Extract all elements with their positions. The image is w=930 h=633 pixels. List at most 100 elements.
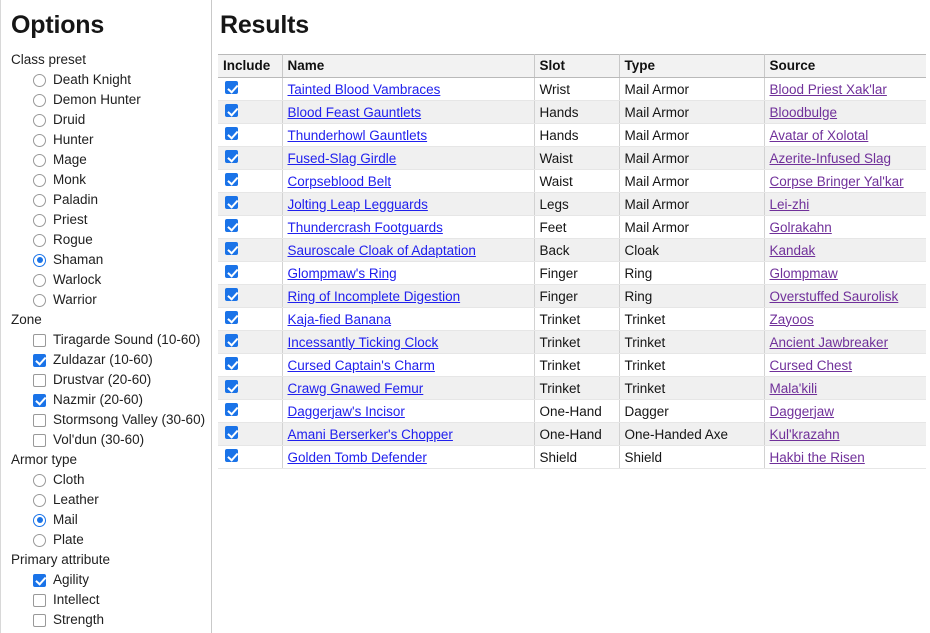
include-checkbox-icon[interactable] bbox=[225, 173, 238, 186]
checkbox-icon[interactable] bbox=[33, 353, 46, 367]
option-item-mail[interactable]: Mail bbox=[11, 510, 211, 530]
column-header-source[interactable]: Source bbox=[764, 54, 926, 78]
item-source-link[interactable]: Azerite-Infused Slag bbox=[770, 151, 892, 166]
item-name-link[interactable]: Crawg Gnawed Femur bbox=[288, 381, 424, 396]
include-checkbox-icon[interactable] bbox=[225, 127, 238, 140]
column-header-name[interactable]: Name bbox=[282, 54, 535, 78]
include-checkbox-icon[interactable] bbox=[225, 403, 238, 416]
option-item-leather[interactable]: Leather bbox=[11, 490, 211, 510]
include-checkbox-icon[interactable] bbox=[225, 104, 238, 117]
checkbox-icon[interactable] bbox=[33, 333, 46, 347]
item-source-link[interactable]: Kul'krazahn bbox=[770, 427, 840, 442]
item-name-link[interactable]: Incessantly Ticking Clock bbox=[288, 335, 439, 350]
option-item-nazmir-20-60[interactable]: Nazmir (20-60) bbox=[11, 390, 211, 410]
item-name-link[interactable]: Thunderhowl Gauntlets bbox=[288, 128, 428, 143]
item-source-link[interactable]: Daggerjaw bbox=[770, 404, 835, 419]
radio-icon[interactable] bbox=[33, 533, 46, 547]
item-source-link[interactable]: Blood Priest Xak'lar bbox=[770, 82, 887, 97]
include-cell[interactable] bbox=[218, 261, 283, 285]
radio-icon[interactable] bbox=[33, 493, 46, 507]
item-name-link[interactable]: Sauroscale Cloak of Adaptation bbox=[288, 243, 476, 258]
item-source-link[interactable]: Glompmaw bbox=[770, 266, 838, 281]
include-checkbox-icon[interactable] bbox=[225, 150, 238, 163]
include-cell[interactable] bbox=[218, 330, 283, 354]
include-cell[interactable] bbox=[218, 123, 283, 147]
item-name-link[interactable]: Thundercrash Footguards bbox=[288, 220, 443, 235]
option-item-paladin[interactable]: Paladin bbox=[11, 190, 211, 210]
include-cell[interactable] bbox=[218, 422, 283, 446]
item-name-link[interactable]: Glompmaw's Ring bbox=[288, 266, 397, 281]
radio-icon[interactable] bbox=[33, 293, 46, 307]
item-source-link[interactable]: Kandak bbox=[770, 243, 816, 258]
radio-icon[interactable] bbox=[33, 473, 46, 487]
include-checkbox-icon[interactable] bbox=[225, 196, 238, 209]
column-header-include[interactable]: Include bbox=[218, 54, 283, 78]
include-cell[interactable] bbox=[218, 399, 283, 423]
include-checkbox-icon[interactable] bbox=[225, 449, 238, 462]
checkbox-icon[interactable] bbox=[33, 413, 46, 427]
include-checkbox-icon[interactable] bbox=[225, 242, 238, 255]
radio-icon[interactable] bbox=[33, 133, 46, 147]
item-source-link[interactable]: Overstuffed Saurolisk bbox=[770, 289, 899, 304]
include-cell[interactable] bbox=[218, 376, 283, 400]
item-source-link[interactable]: Mala'kili bbox=[770, 381, 818, 396]
option-item-plate[interactable]: Plate bbox=[11, 530, 211, 550]
radio-icon[interactable] bbox=[33, 173, 46, 187]
option-item-druid[interactable]: Druid bbox=[11, 110, 211, 130]
column-header-type[interactable]: Type bbox=[619, 54, 765, 78]
checkbox-icon[interactable] bbox=[33, 613, 46, 627]
item-name-link[interactable]: Amani Berserker's Chopper bbox=[288, 427, 453, 442]
option-item-drustvar-20-60[interactable]: Drustvar (20-60) bbox=[11, 370, 211, 390]
checkbox-icon[interactable] bbox=[33, 593, 46, 607]
item-name-link[interactable]: Cursed Captain's Charm bbox=[288, 358, 435, 373]
option-item-warrior[interactable]: Warrior bbox=[11, 290, 211, 310]
radio-icon[interactable] bbox=[33, 73, 46, 87]
checkbox-icon[interactable] bbox=[33, 433, 46, 447]
option-item-shaman[interactable]: Shaman bbox=[11, 250, 211, 270]
radio-icon[interactable] bbox=[33, 513, 46, 527]
include-cell[interactable] bbox=[218, 100, 283, 124]
include-checkbox-icon[interactable] bbox=[225, 265, 238, 278]
item-name-link[interactable]: Kaja-fied Banana bbox=[288, 312, 392, 327]
radio-icon[interactable] bbox=[33, 113, 46, 127]
option-item-rogue[interactable]: Rogue bbox=[11, 230, 211, 250]
include-cell[interactable] bbox=[218, 353, 283, 377]
include-cell[interactable] bbox=[218, 146, 283, 170]
radio-icon[interactable] bbox=[33, 273, 46, 287]
item-name-link[interactable]: Corpseblood Belt bbox=[288, 174, 392, 189]
option-item-zuldazar-10-60[interactable]: Zuldazar (10-60) bbox=[11, 350, 211, 370]
option-item-demon-hunter[interactable]: Demon Hunter bbox=[11, 90, 211, 110]
include-cell[interactable] bbox=[218, 215, 283, 239]
option-item-mage[interactable]: Mage bbox=[11, 150, 211, 170]
checkbox-icon[interactable] bbox=[33, 393, 46, 407]
item-source-link[interactable]: Avatar of Xolotal bbox=[770, 128, 869, 143]
item-name-link[interactable]: Jolting Leap Legguards bbox=[288, 197, 428, 212]
include-cell[interactable] bbox=[218, 307, 283, 331]
include-checkbox-icon[interactable] bbox=[225, 81, 238, 94]
item-source-link[interactable]: Cursed Chest bbox=[770, 358, 853, 373]
column-header-slot[interactable]: Slot bbox=[534, 54, 620, 78]
item-source-link[interactable]: Golrakahn bbox=[770, 220, 832, 235]
radio-icon[interactable] bbox=[33, 93, 46, 107]
item-name-link[interactable]: Fused-Slag Girdle bbox=[288, 151, 397, 166]
include-checkbox-icon[interactable] bbox=[225, 426, 238, 439]
item-source-link[interactable]: Hakbi the Risen bbox=[770, 450, 865, 465]
item-source-link[interactable]: Bloodbulge bbox=[770, 105, 838, 120]
include-cell[interactable] bbox=[218, 169, 283, 193]
option-item-monk[interactable]: Monk bbox=[11, 170, 211, 190]
option-item-death-knight[interactable]: Death Knight bbox=[11, 70, 211, 90]
option-item-warlock[interactable]: Warlock bbox=[11, 270, 211, 290]
include-checkbox-icon[interactable] bbox=[225, 311, 238, 324]
option-item-vol-dun-30-60[interactable]: Vol'dun (30-60) bbox=[11, 430, 211, 450]
include-cell[interactable] bbox=[218, 192, 283, 216]
item-source-link[interactable]: Corpse Bringer Yal'kar bbox=[770, 174, 904, 189]
option-item-intellect[interactable]: Intellect bbox=[11, 590, 211, 610]
item-source-link[interactable]: Lei-zhi bbox=[770, 197, 810, 212]
include-checkbox-icon[interactable] bbox=[225, 219, 238, 232]
item-name-link[interactable]: Golden Tomb Defender bbox=[288, 450, 427, 465]
item-source-link[interactable]: Zayoos bbox=[770, 312, 814, 327]
include-cell[interactable] bbox=[218, 445, 283, 469]
radio-icon[interactable] bbox=[33, 233, 46, 247]
include-checkbox-icon[interactable] bbox=[225, 334, 238, 347]
include-checkbox-icon[interactable] bbox=[225, 380, 238, 393]
